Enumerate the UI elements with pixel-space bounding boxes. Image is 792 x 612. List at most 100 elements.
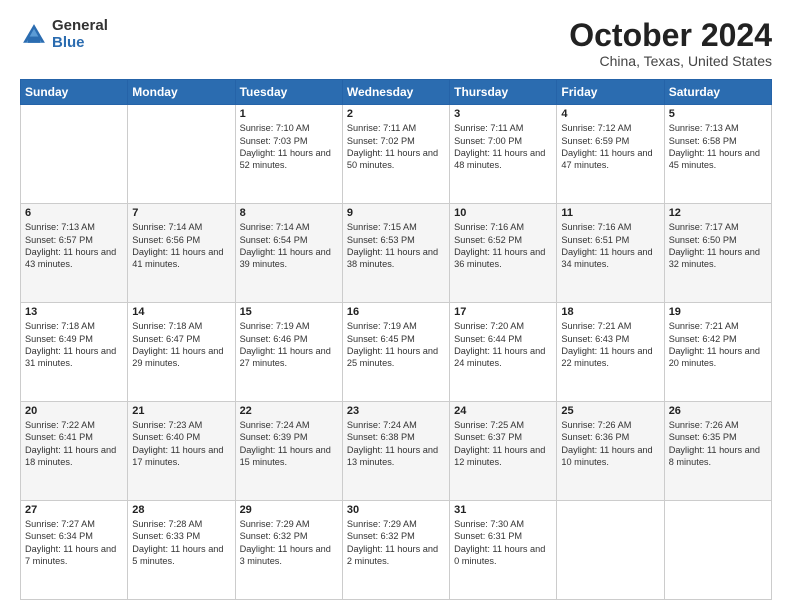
table-row: 20 Sunrise: 7:22 AM Sunset: 6:41 PM Dayli… [21, 402, 128, 501]
day-number: 27 [25, 504, 123, 516]
calendar-week-row: 6Sunrise: 7:13 AM Sunset: 6:57 PM Daylig… [21, 204, 772, 303]
title-location: China, Texas, United States [569, 53, 772, 69]
day-number: 2 [347, 108, 445, 120]
calendar-week-row: 27Sunrise: 7:27 AM Sunset: 6:34 PM Dayli… [21, 501, 772, 600]
day-info: Sunrise: 7:16 AM Sunset: 6:51 PM Dayligh… [561, 221, 659, 271]
day-number: 11 [561, 207, 659, 219]
day-number: 5 [669, 108, 767, 120]
day-number: 21 [132, 405, 230, 417]
day-number: 4 [561, 108, 659, 120]
table-row: 11 Sunrise: 7:16 AM Sunset: 6:51 PM Dayli… [557, 204, 664, 303]
calendar-header-row: Sunday Monday Tuesday Wednesday Thursday… [21, 80, 772, 105]
table-row: 10 Sunrise: 7:16 AM Sunset: 6:52 PM Dayli… [450, 204, 557, 303]
col-friday: Friday [557, 80, 664, 105]
col-tuesday: Tuesday [235, 80, 342, 105]
day-info: Sunrise: 7:29 AM Sunset: 6:32 PM Dayligh… [347, 518, 445, 568]
day-info: Sunrise: 7:26 AM Sunset: 6:35 PM Dayligh… [669, 419, 767, 469]
day-info: Sunrise: 7:15 AM Sunset: 6:53 PM Dayligh… [347, 221, 445, 271]
day-number: 12 [669, 207, 767, 219]
table-row: 18Sunrise: 7:21 AM Sunset: 6:43 PM Dayli… [557, 303, 664, 402]
day-number: 8 [240, 207, 338, 219]
logo-icon [20, 21, 48, 49]
table-row: 4 Sunrise: 7:12 AM Sunset: 6:59 PM Daylig… [557, 105, 664, 204]
table-row: 25Sunrise: 7:26 AM Sunset: 6:36 PM Dayli… [557, 402, 664, 501]
calendar-week-row: 20 Sunrise: 7:22 AM Sunset: 6:41 PM Dayli… [21, 402, 772, 501]
day-number: 20 [25, 405, 123, 417]
calendar-week-row: 1Sunrise: 7:10 AM Sunset: 7:03 PM Daylig… [21, 105, 772, 204]
day-info: Sunrise: 7:12 AM Sunset: 6:59 PM Dayligh… [561, 122, 659, 172]
table-row: 3Sunrise: 7:11 AM Sunset: 7:00 PM Daylig… [450, 105, 557, 204]
day-number: 18 [561, 306, 659, 318]
table-row: 8 Sunrise: 7:14 AM Sunset: 6:54 PM Daylig… [235, 204, 342, 303]
col-thursday: Thursday [450, 80, 557, 105]
table-row: 30 Sunrise: 7:29 AM Sunset: 6:32 PM Dayli… [342, 501, 449, 600]
day-info: Sunrise: 7:22 AM Sunset: 6:41 PM Dayligh… [25, 419, 123, 469]
table-row: 14 Sunrise: 7:18 AM Sunset: 6:47 PM Dayli… [128, 303, 235, 402]
logo-blue: Blue [52, 35, 108, 52]
logo-text: General Blue [52, 18, 108, 51]
day-number: 13 [25, 306, 123, 318]
day-info: Sunrise: 7:18 AM Sunset: 6:47 PM Dayligh… [132, 320, 230, 370]
table-row [128, 105, 235, 204]
calendar-week-row: 13 Sunrise: 7:18 AM Sunset: 6:49 PM Dayli… [21, 303, 772, 402]
day-info: Sunrise: 7:30 AM Sunset: 6:31 PM Dayligh… [454, 518, 552, 568]
day-number: 24 [454, 405, 552, 417]
table-row: 17 Sunrise: 7:20 AM Sunset: 6:44 PM Dayli… [450, 303, 557, 402]
day-number: 23 [347, 405, 445, 417]
day-number: 30 [347, 504, 445, 516]
day-info: Sunrise: 7:23 AM Sunset: 6:40 PM Dayligh… [132, 419, 230, 469]
day-number: 10 [454, 207, 552, 219]
table-row: 2Sunrise: 7:11 AM Sunset: 7:02 PM Daylig… [342, 105, 449, 204]
day-info: Sunrise: 7:24 AM Sunset: 6:39 PM Dayligh… [240, 419, 338, 469]
day-number: 1 [240, 108, 338, 120]
table-row: 16 Sunrise: 7:19 AM Sunset: 6:45 PM Dayli… [342, 303, 449, 402]
day-info: Sunrise: 7:20 AM Sunset: 6:44 PM Dayligh… [454, 320, 552, 370]
table-row: 23Sunrise: 7:24 AM Sunset: 6:38 PM Dayli… [342, 402, 449, 501]
day-info: Sunrise: 7:16 AM Sunset: 6:52 PM Dayligh… [454, 221, 552, 271]
header: General Blue October 2024 China, Texas, … [20, 18, 772, 69]
day-number: 14 [132, 306, 230, 318]
table-row: 26 Sunrise: 7:26 AM Sunset: 6:35 PM Dayli… [664, 402, 771, 501]
calendar-table: Sunday Monday Tuesday Wednesday Thursday… [20, 79, 772, 600]
day-number: 6 [25, 207, 123, 219]
day-info: Sunrise: 7:11 AM Sunset: 7:00 PM Dayligh… [454, 122, 552, 172]
logo: General Blue [20, 18, 108, 51]
table-row: 22 Sunrise: 7:24 AM Sunset: 6:39 PM Dayli… [235, 402, 342, 501]
table-row: 13 Sunrise: 7:18 AM Sunset: 6:49 PM Dayli… [21, 303, 128, 402]
table-row: 9 Sunrise: 7:15 AM Sunset: 6:53 PM Daylig… [342, 204, 449, 303]
day-number: 16 [347, 306, 445, 318]
day-info: Sunrise: 7:21 AM Sunset: 6:42 PM Dayligh… [669, 320, 767, 370]
title-month: October 2024 [569, 18, 772, 53]
day-number: 26 [669, 405, 767, 417]
table-row: 15Sunrise: 7:19 AM Sunset: 6:46 PM Dayli… [235, 303, 342, 402]
col-monday: Monday [128, 80, 235, 105]
day-number: 17 [454, 306, 552, 318]
day-info: Sunrise: 7:19 AM Sunset: 6:46 PM Dayligh… [240, 320, 338, 370]
page: General Blue October 2024 China, Texas, … [0, 0, 792, 612]
day-info: Sunrise: 7:19 AM Sunset: 6:45 PM Dayligh… [347, 320, 445, 370]
day-info: Sunrise: 7:14 AM Sunset: 6:56 PM Dayligh… [132, 221, 230, 271]
day-info: Sunrise: 7:17 AM Sunset: 6:50 PM Dayligh… [669, 221, 767, 271]
table-row: 29Sunrise: 7:29 AM Sunset: 6:32 PM Dayli… [235, 501, 342, 600]
col-saturday: Saturday [664, 80, 771, 105]
day-info: Sunrise: 7:18 AM Sunset: 6:49 PM Dayligh… [25, 320, 123, 370]
table-row: 6Sunrise: 7:13 AM Sunset: 6:57 PM Daylig… [21, 204, 128, 303]
table-row: 27Sunrise: 7:27 AM Sunset: 6:34 PM Dayli… [21, 501, 128, 600]
day-number: 31 [454, 504, 552, 516]
table-row: 31 Sunrise: 7:30 AM Sunset: 6:31 PM Dayli… [450, 501, 557, 600]
day-number: 25 [561, 405, 659, 417]
day-info: Sunrise: 7:25 AM Sunset: 6:37 PM Dayligh… [454, 419, 552, 469]
table-row: 7 Sunrise: 7:14 AM Sunset: 6:56 PM Daylig… [128, 204, 235, 303]
table-row: 24 Sunrise: 7:25 AM Sunset: 6:37 PM Dayli… [450, 402, 557, 501]
table-row [557, 501, 664, 600]
day-number: 9 [347, 207, 445, 219]
table-row [664, 501, 771, 600]
table-row: 5Sunrise: 7:13 AM Sunset: 6:58 PM Daylig… [664, 105, 771, 204]
col-sunday: Sunday [21, 80, 128, 105]
title-block: October 2024 China, Texas, United States [569, 18, 772, 69]
table-row: 12 Sunrise: 7:17 AM Sunset: 6:50 PM Dayli… [664, 204, 771, 303]
day-number: 7 [132, 207, 230, 219]
day-number: 22 [240, 405, 338, 417]
day-info: Sunrise: 7:14 AM Sunset: 6:54 PM Dayligh… [240, 221, 338, 271]
logo-general: General [52, 18, 108, 35]
